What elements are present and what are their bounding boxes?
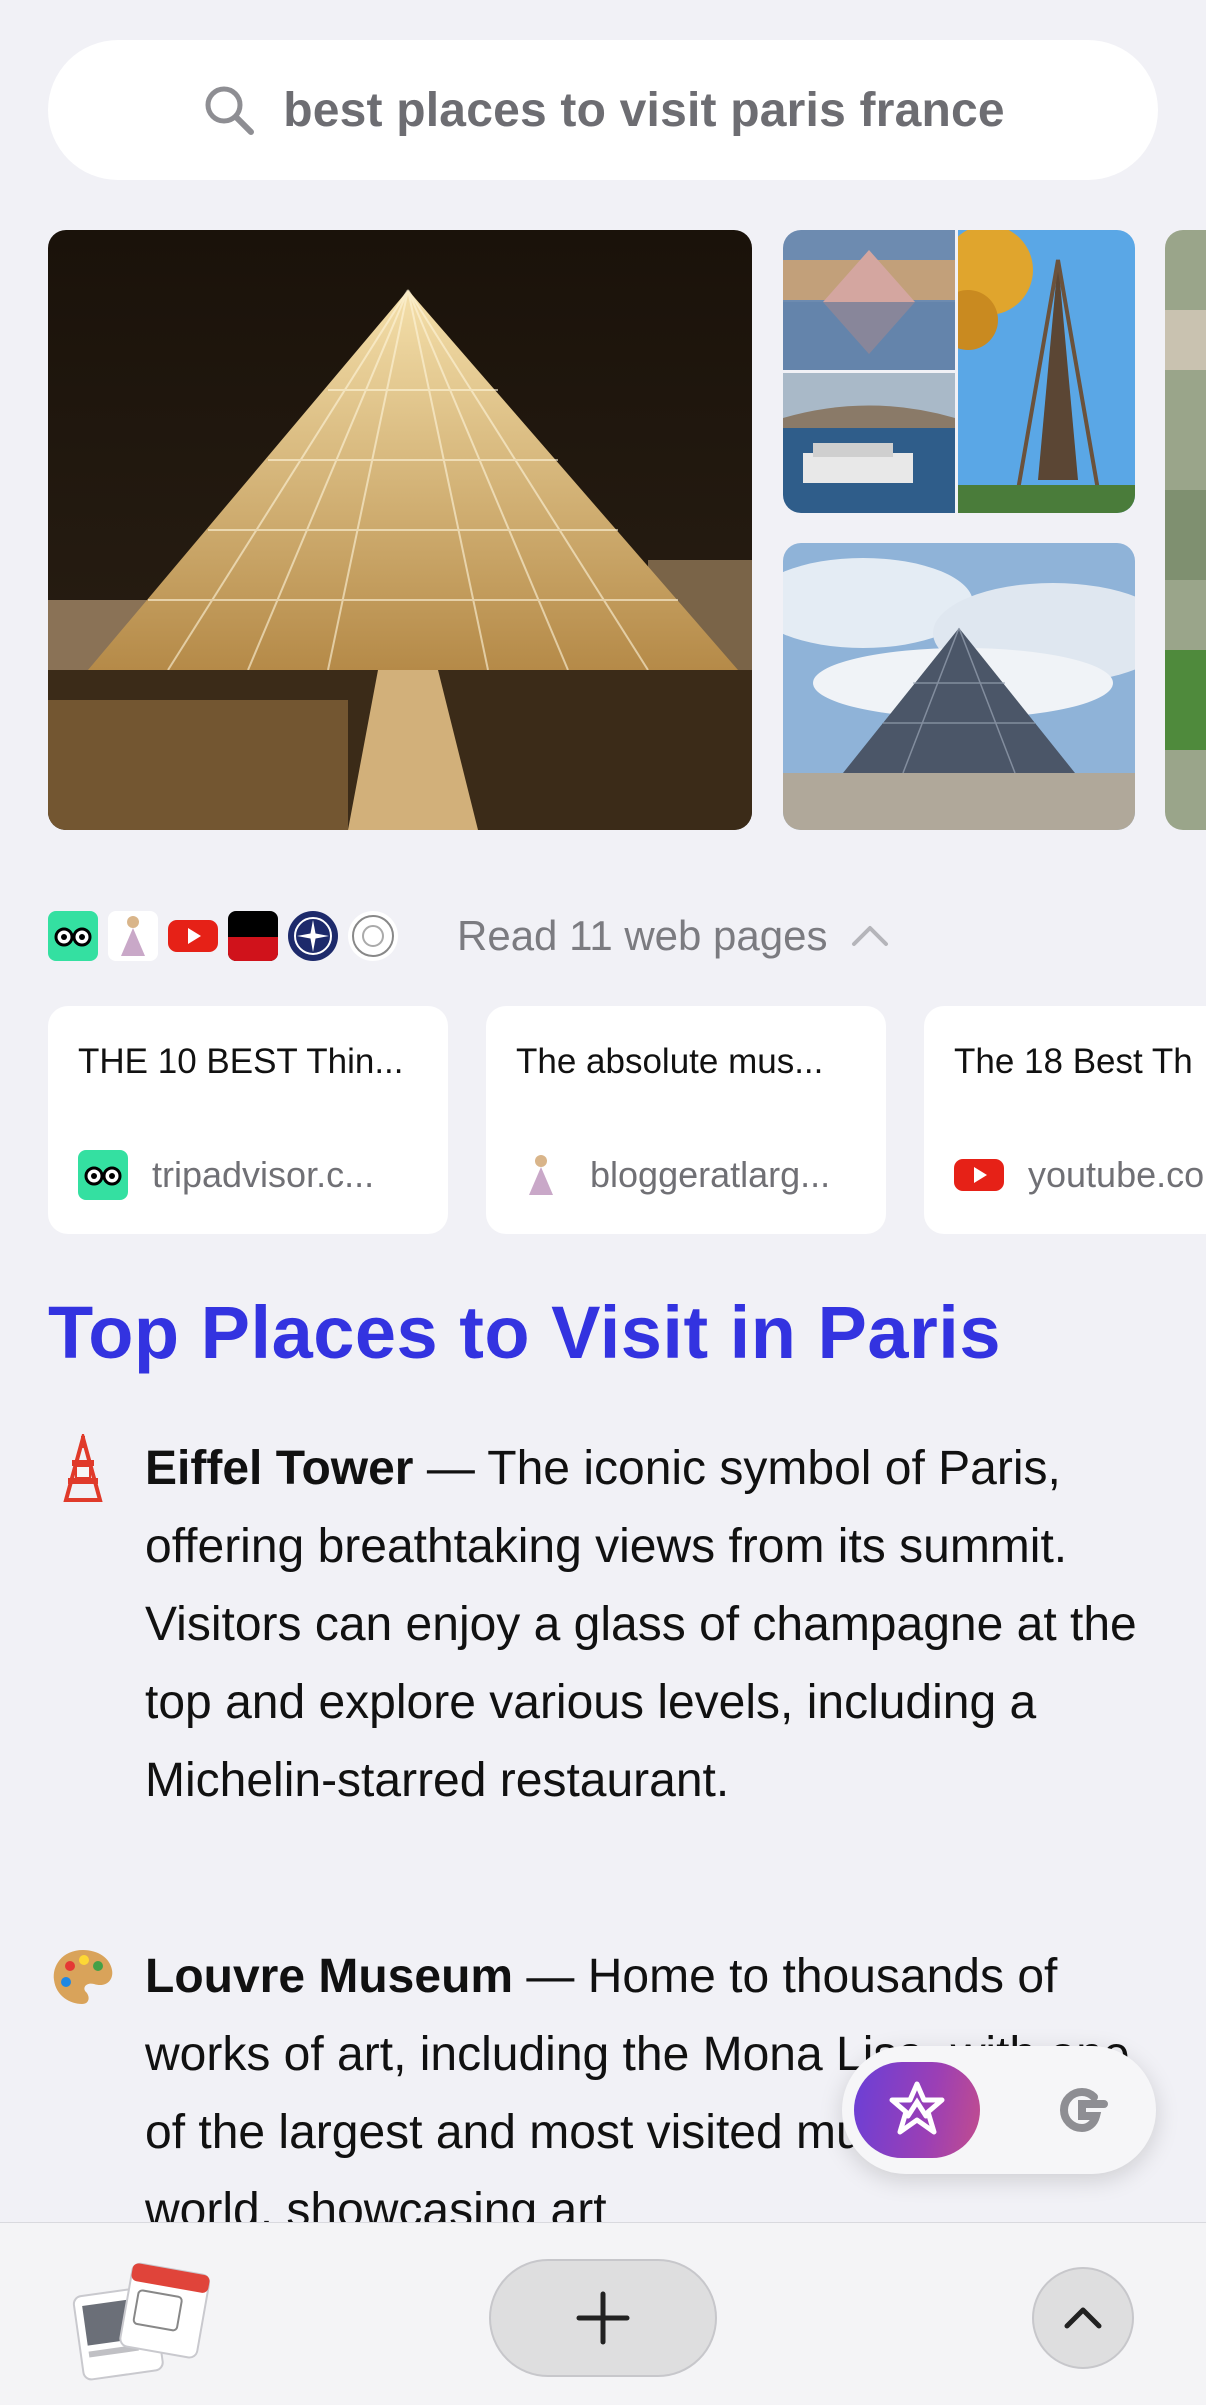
search-icon <box>205 86 255 135</box>
source-card[interactable]: The 18 Best Th youtube.co <box>924 1006 1206 1234</box>
image-louvre-pyramid-night[interactable] <box>48 230 752 830</box>
tokyo-tower-icon <box>63 1434 103 1502</box>
source-card-site: youtube.co <box>1028 1154 1205 1195</box>
flag-icon <box>228 911 278 961</box>
new-tab-button[interactable] <box>489 2259 717 2377</box>
google-icon[interactable] <box>1046 2074 1118 2146</box>
source-card-site: bloggeratlarg... <box>590 1154 831 1195</box>
source-card-site: tripadvisor.c... <box>152 1154 375 1195</box>
bloggeratlarge-icon <box>516 1150 566 1200</box>
read-web-pages-toggle[interactable]: Read 11 web pages <box>457 912 892 960</box>
answer-heading: Top Places to Visit in Paris <box>48 1291 1002 1374</box>
youtube-icon <box>954 1150 1004 1200</box>
item-text: — The iconic symbol of Paris, offering b… <box>145 1442 1137 1807</box>
ai-assistant-icon <box>889 2081 945 2135</box>
scroll-up-button[interactable] <box>1032 2267 1134 2369</box>
youtube-icon <box>168 911 218 961</box>
source-card-title: The 18 Best Th <box>954 1042 1193 1081</box>
come-to-icon <box>348 911 398 961</box>
source-card-title: THE 10 BEST Thin... <box>78 1042 404 1081</box>
tripadvisor-icon <box>48 911 98 961</box>
item-name: Louvre Museum <box>145 1950 514 2003</box>
source-card[interactable]: THE 10 BEST Thin... tripadvisor.c... <box>48 1006 448 1234</box>
plus-icon <box>576 2291 630 2345</box>
compass-icon <box>288 911 338 961</box>
ai-assistant-button[interactable] <box>854 2062 980 2158</box>
source-cards: THE 10 BEST Thin... tripadvisor.c... The… <box>48 1006 1206 1234</box>
image-louvre-pyramid-day[interactable] <box>783 543 1135 830</box>
source-card[interactable]: The absolute mus... bloggeratlarg... <box>486 1006 886 1234</box>
tabs-thumbnail[interactable] <box>70 2261 210 2381</box>
bottom-toolbar <box>0 2222 1206 2405</box>
search-query: best places to visit paris france <box>283 83 1005 137</box>
source-card-title: The absolute mus... <box>516 1042 824 1081</box>
chevron-up-icon <box>851 926 888 946</box>
tripadvisor-icon <box>78 1150 128 1200</box>
item-name: Eiffel Tower <box>145 1442 414 1495</box>
image-seine-boat[interactable] <box>783 373 955 513</box>
image-paris-aerial[interactable] <box>1165 230 1206 830</box>
chevron-up-icon <box>1064 2307 1102 2329</box>
list-item: Eiffel Tower — The iconic symbol of Pari… <box>48 1430 1158 1820</box>
source-icons[interactable] <box>48 911 398 965</box>
image-eiffel-tower-autumn[interactable] <box>958 230 1135 513</box>
image-louvre-reflection[interactable] <box>783 230 955 370</box>
floating-action-pill <box>842 2046 1156 2174</box>
artist-palette-icon <box>53 1950 113 2004</box>
bloggeratlarge-icon <box>108 911 158 961</box>
read-web-pages-label: Read 11 web pages <box>457 912 828 959</box>
search-bar[interactable]: best places to visit paris france <box>48 40 1158 180</box>
